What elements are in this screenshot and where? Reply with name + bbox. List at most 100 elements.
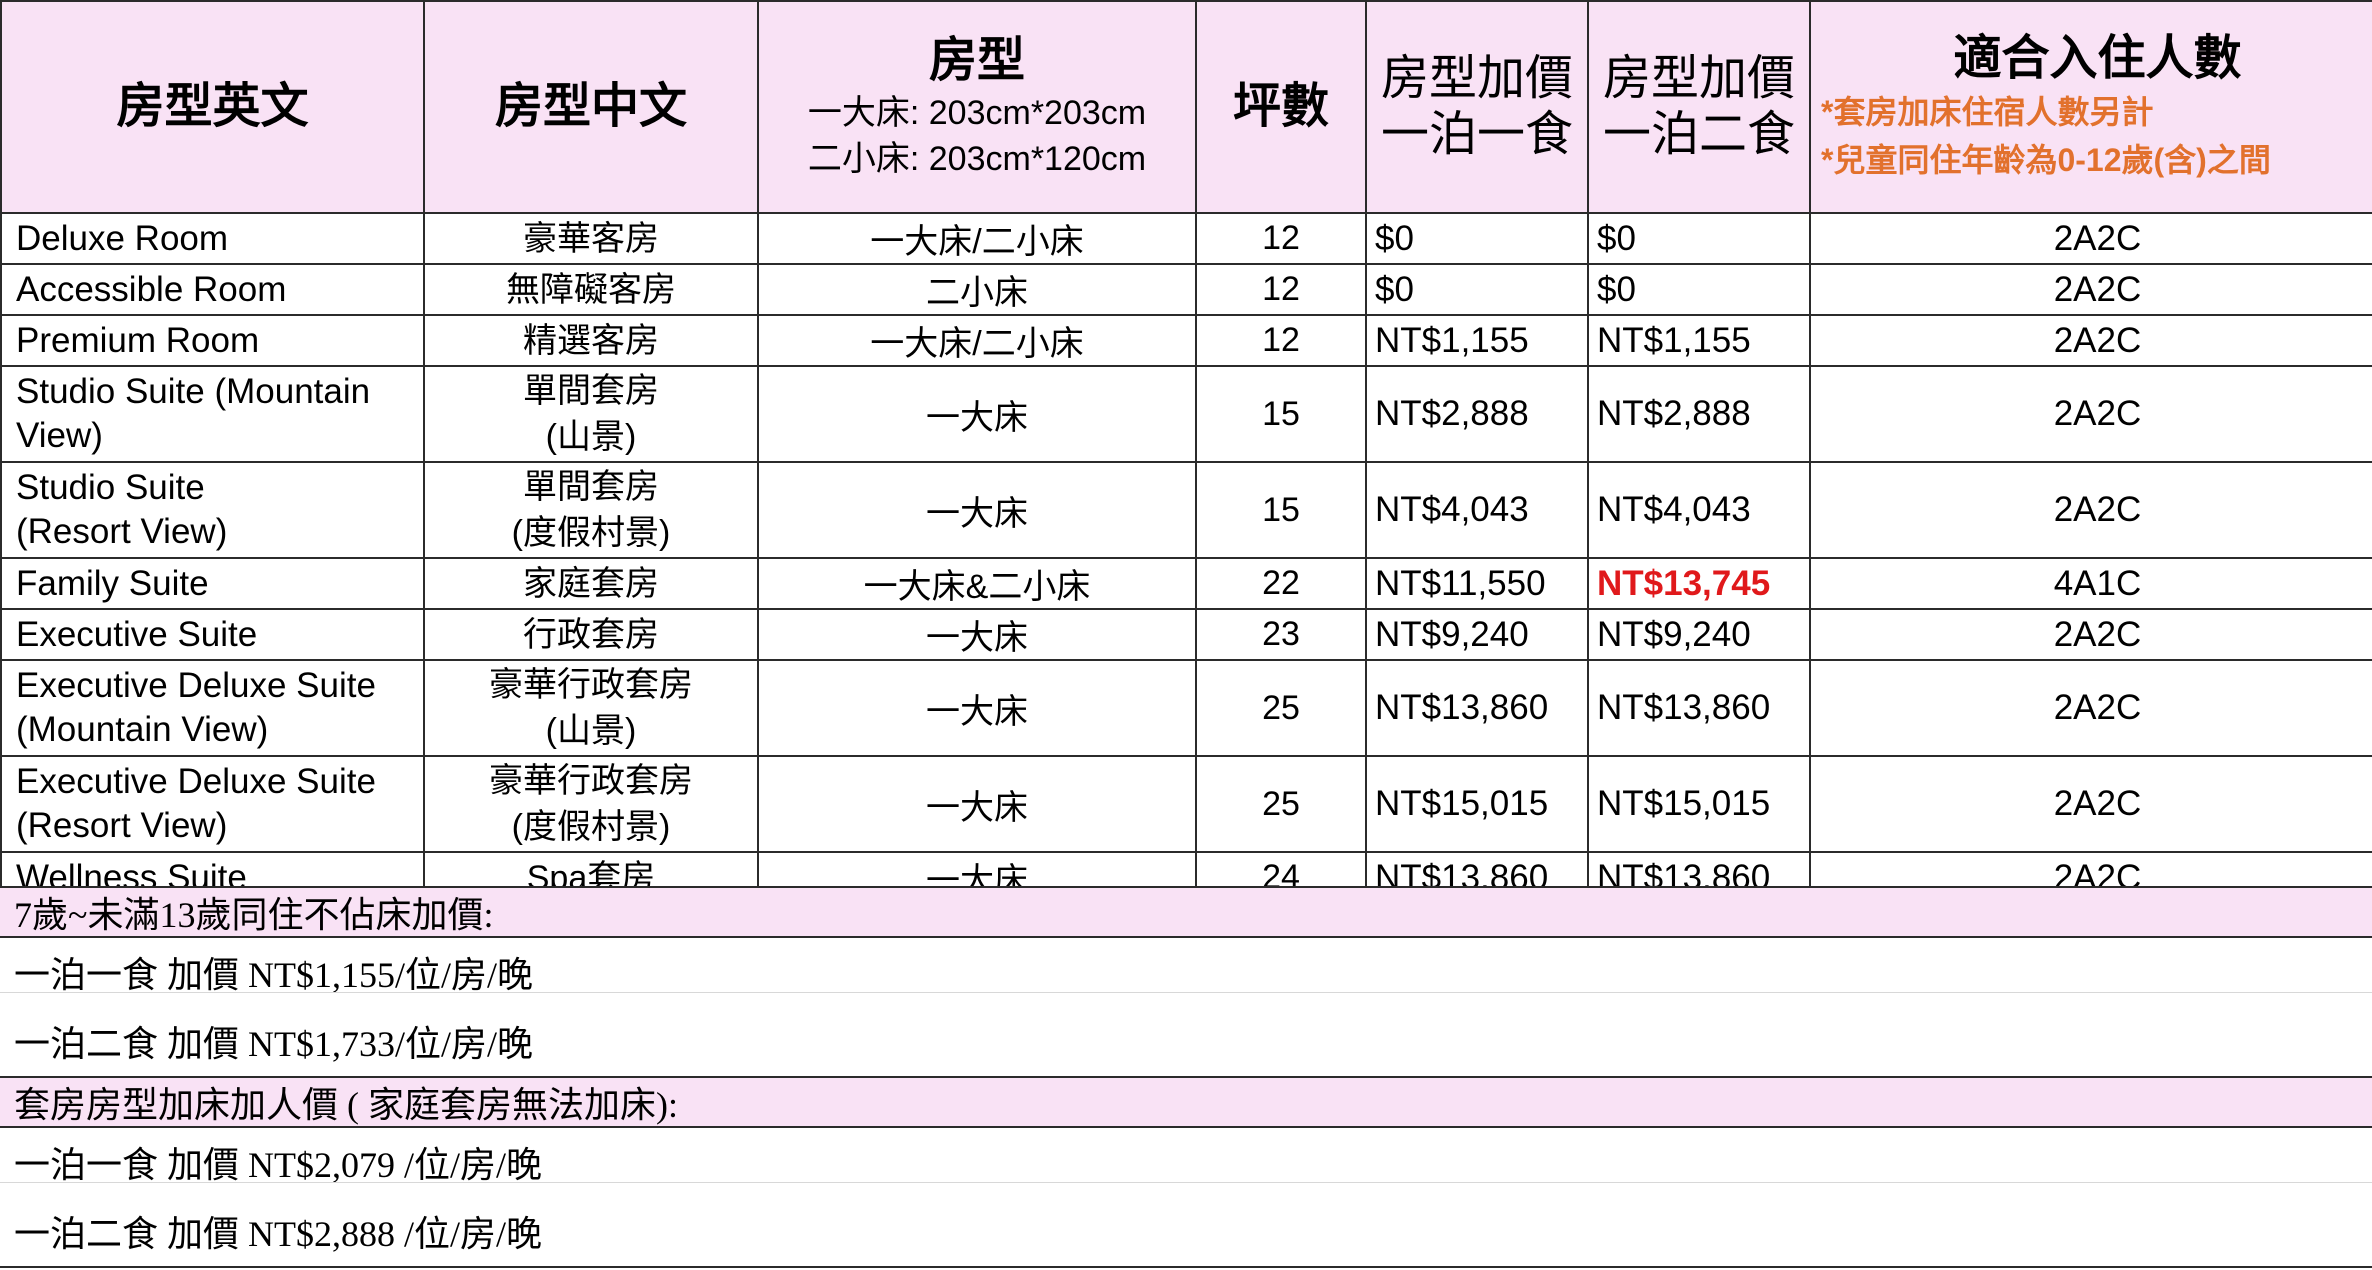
- header-occupancy-title: 適合入住人數: [1953, 32, 2242, 85]
- room-english-cell: Deluxe Room: [0, 212, 425, 265]
- ping-cell: 15: [1195, 461, 1367, 559]
- room-english-cell: Accessible Room: [0, 263, 425, 316]
- ping-cell: 15: [1195, 365, 1367, 463]
- header-price-one-meal-line1: 房型加價: [1380, 52, 1573, 105]
- header-occupancy-note-extra-bed: *套房加床住宿人數另計: [1821, 94, 2154, 130]
- bed-type-cell: 一大床: [757, 755, 1197, 853]
- room-chinese-name: 豪華客房: [523, 219, 659, 258]
- bed-type-cell: 一大床: [757, 608, 1197, 661]
- bed-type-cell: 一大床: [757, 659, 1197, 757]
- ping-cell: 12: [1195, 314, 1367, 367]
- child-surcharge-one-meal-text: 一泊一食 加價 NT$1,155/位/房/晚: [14, 955, 533, 995]
- room-chinese-cell: 豪華客房: [423, 212, 759, 265]
- header-price-one-meal-line2: 一泊一食: [1380, 108, 1573, 161]
- occupancy-cell: 2A2C: [1809, 755, 2372, 853]
- room-chinese-name: 家庭套房: [523, 564, 659, 603]
- room-chinese-cell: 豪華行政套房 (度假村景): [423, 755, 759, 853]
- child-surcharge-one-meal: 一泊一食 加價 NT$1,155/位/房/晚: [0, 940, 2372, 1004]
- price-two-meals-cell: NT$13,745: [1587, 557, 1811, 610]
- table-row: Premium Room 精選客房 一大床/二小床 12 NT$1,155 NT$1,15…: [0, 314, 2372, 367]
- room-english-name-line2: (Resort View): [16, 806, 228, 845]
- room-english-name-line2: View): [16, 416, 103, 455]
- room-chinese-name-line2: (度假村景): [511, 514, 671, 552]
- header-bed-twin-size: 二小床: 203cm*120cm: [807, 140, 1147, 178]
- price-two-meals-cell: $0: [1587, 263, 1811, 316]
- child-surcharge-title-text: 7歲~未滿13歲同住不佔床加價:: [14, 895, 494, 935]
- header-price-two-meals: 房型加價 一泊二食: [1587, 0, 1811, 214]
- room-english-name: Executive Suite: [16, 614, 258, 654]
- header-bed-title: 房型: [928, 34, 1025, 87]
- table-row: Family Suite 家庭套房 一大床&二小床 22 NT$11,550 NT$13,…: [0, 557, 2372, 610]
- header-room-english-label: 房型英文: [116, 80, 309, 133]
- child-surcharge-title: 7歲~未滿13歲同住不佔床加價:: [0, 886, 2372, 938]
- divider: [0, 992, 2372, 993]
- table-row: Studio Suite (Mountain View) 單間套房 (山景) 一大床 15…: [0, 365, 2372, 463]
- room-chinese-cell: 精選客房: [423, 314, 759, 367]
- price-two-meals-cell: NT$1,155: [1587, 314, 1811, 367]
- room-english-name: Studio Suite: [16, 468, 205, 507]
- price-one-meal-cell: NT$15,015: [1365, 755, 1589, 853]
- room-chinese-name: 精選客房: [523, 321, 659, 360]
- price-two-meals-cell: NT$2,888: [1587, 365, 1811, 463]
- table-row: Accessible Room 無障礙客房 二小床 12 $0 $0 2A2C: [0, 263, 2372, 316]
- room-chinese-name: 豪華行政套房: [489, 762, 693, 800]
- ping-cell: 25: [1195, 659, 1367, 757]
- header-price-one-meal: 房型加價 一泊一食: [1365, 0, 1589, 214]
- price-one-meal-cell: NT$2,888: [1365, 365, 1589, 463]
- room-english-cell: Executive Suite: [0, 608, 425, 661]
- header-price-two-meals-line1: 房型加價: [1602, 52, 1795, 105]
- header-bed-type: 房型 一大床: 203cm*203cm 二小床: 203cm*120cm: [757, 0, 1197, 214]
- bed-type-cell: 一大床/二小床: [757, 314, 1197, 367]
- header-occupancy-note-child-age: *兒童同住年齡為0-12歲(含)之間: [1821, 142, 2271, 178]
- header-room-chinese: 房型中文: [423, 0, 759, 214]
- header-price-two-meals-line2: 一泊二食: [1602, 108, 1795, 161]
- child-surcharge-two-meals-text: 一泊二食 加價 NT$1,733/位/房/晚: [14, 1024, 533, 1064]
- room-english-name-line2: (Resort View): [16, 512, 228, 551]
- room-english-cell: Family Suite: [0, 557, 425, 610]
- room-chinese-name: 豪華行政套房: [489, 666, 693, 704]
- price-two-meals-cell: NT$9,240: [1587, 608, 1811, 661]
- room-english-cell: Premium Room: [0, 314, 425, 367]
- extra-bed-surcharge-two-meals: 一泊二食 加價 NT$2,888 /位/房/晚: [0, 1196, 2372, 1266]
- extra-bed-surcharge-title: 套房房型加床加人價 ( 家庭套房無法加床):: [0, 1076, 2372, 1128]
- occupancy-cell: 2A2C: [1809, 263, 2372, 316]
- price-one-meal-cell: NT$9,240: [1365, 608, 1589, 661]
- occupancy-cell: 2A2C: [1809, 608, 2372, 661]
- room-english-name: Executive Deluxe Suite: [16, 762, 376, 801]
- occupancy-cell: 2A2C: [1809, 461, 2372, 559]
- bed-type-cell: 一大床/二小床: [757, 212, 1197, 265]
- ping-cell: 22: [1195, 557, 1367, 610]
- room-chinese-cell: 豪華行政套房 (山景): [423, 659, 759, 757]
- header-occupancy: 適合入住人數 *套房加床住宿人數另計 *兒童同住年齡為0-12歲(含)之間: [1809, 0, 2372, 214]
- price-two-meals-cell: NT$15,015: [1587, 755, 1811, 853]
- extra-bed-surcharge-one-meal-text: 一泊一食 加價 NT$2,079 /位/房/晚: [14, 1145, 542, 1185]
- price-two-meals-cell: NT$13,860: [1587, 659, 1811, 757]
- room-english-name: Executive Deluxe Suite: [16, 666, 376, 705]
- room-english-name: Deluxe Room: [16, 218, 229, 258]
- bed-type-cell: 二小床: [757, 263, 1197, 316]
- price-one-meal-cell: NT$13,860: [1365, 659, 1589, 757]
- divider: [0, 1182, 2372, 1183]
- occupancy-cell: 2A2C: [1809, 314, 2372, 367]
- table-row: Deluxe Room 豪華客房 一大床/二小床 12 $0 $0 2A2C: [0, 212, 2372, 265]
- room-chinese-cell: 單間套房 (度假村景): [423, 461, 759, 559]
- bed-type-cell: 一大床: [757, 365, 1197, 463]
- extra-bed-surcharge-two-meals-text: 一泊二食 加價 NT$2,888 /位/房/晚: [14, 1214, 542, 1254]
- extra-bed-surcharge-one-meal: 一泊一食 加價 NT$2,079 /位/房/晚: [0, 1130, 2372, 1194]
- table-row: Executive Deluxe Suite (Resort View) 豪華行政套…: [0, 755, 2372, 853]
- price-two-meals-cell: NT$4,043: [1587, 461, 1811, 559]
- room-english-cell: Executive Deluxe Suite (Resort View): [0, 755, 425, 853]
- room-chinese-cell: 行政套房: [423, 608, 759, 661]
- room-chinese-cell: 家庭套房: [423, 557, 759, 610]
- room-english-name: Studio Suite (Mountain: [16, 372, 371, 411]
- room-english-cell: Executive Deluxe Suite (Mountain View): [0, 659, 425, 757]
- table-row: Studio Suite (Resort View) 單間套房 (度假村景) 一大床 15…: [0, 461, 2372, 559]
- room-chinese-name-line2: (度假村景): [511, 808, 671, 846]
- table-header-row: 房型英文 房型中文 房型 一大床: 203cm*203cm 二小床: 203cm…: [0, 0, 2372, 214]
- ping-cell: 12: [1195, 212, 1367, 265]
- header-ping: 坪數: [1195, 0, 1367, 214]
- header-room-chinese-label: 房型中文: [494, 80, 687, 133]
- room-chinese-name: 無障礙客房: [506, 270, 676, 309]
- header-bed-king-size: 一大床: 203cm*203cm: [807, 94, 1147, 132]
- child-surcharge-two-meals: 一泊二食 加價 NT$1,733/位/房/晚: [0, 1006, 2372, 1076]
